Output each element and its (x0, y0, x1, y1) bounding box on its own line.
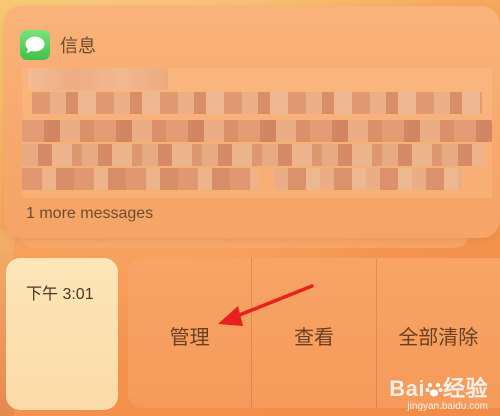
clear-all-button-label: 全部清除 (398, 326, 479, 349)
view-button-label: 查看 (293, 326, 334, 349)
watermark-brand: Bai (389, 376, 425, 401)
notification-body-pixelated (22, 68, 492, 198)
messages-icon (20, 30, 50, 60)
app-name: 信息 (60, 36, 96, 56)
notification-time: 下午 3:01 (26, 286, 94, 303)
watermark-brand-suffix: 经验 (442, 376, 488, 401)
view-button[interactable]: 查看 (251, 258, 375, 408)
manage-button-label: 管理 (169, 326, 210, 349)
paw-icon (425, 378, 443, 397)
timestamp-tile: 下午 3:01 (6, 258, 118, 410)
more-messages-label: 1 more messages (26, 205, 154, 222)
notification-header: 信息 (20, 30, 96, 60)
watermark: Bai 经验 jingyan.baidu.com (389, 371, 488, 412)
notification-card[interactable]: 信息 1 more messages (4, 6, 500, 238)
manage-button[interactable]: 管理 (128, 258, 251, 408)
